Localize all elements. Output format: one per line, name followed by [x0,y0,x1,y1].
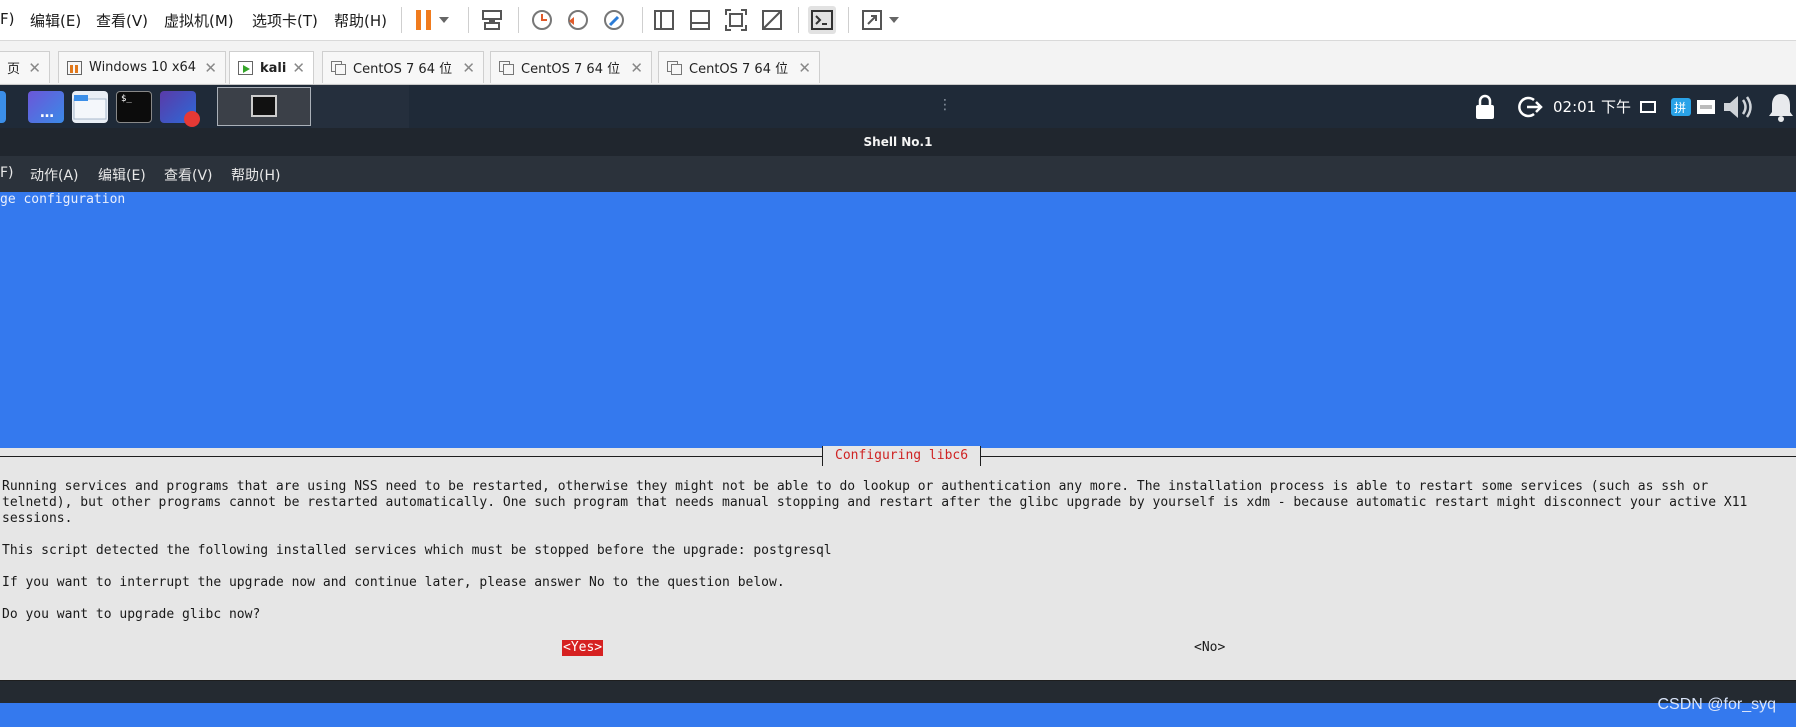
close-icon[interactable]: ✕ [292,59,305,77]
tab-label: Windows 10 x64 [89,60,197,75]
terminal-window-title: Shell No.1 [0,128,1796,156]
show-desktop-icon[interactable]: … [28,91,64,123]
unity-icon[interactable] [758,6,786,34]
pause-icon[interactable] [410,6,438,34]
menu-view[interactable]: 查看(V) [96,10,148,31]
lock-icon[interactable] [1474,85,1496,128]
menu-file[interactable]: F) [0,10,14,28]
taskbar-window-terminal[interactable] [217,87,311,126]
tab-kali[interactable]: kali ✕ [229,51,314,84]
toolbar-separator [848,7,849,33]
tab-windows10[interactable]: Windows 10 x64 ✕ [58,51,226,83]
close-icon[interactable]: ✕ [28,59,41,77]
watermark: CSDN @for_syq [1657,696,1777,713]
logout-icon[interactable] [1517,85,1543,128]
terminal-menubar: F) 动作(A) 编辑(E) 查看(V) 帮助(H) [0,156,1796,192]
yes-button[interactable]: <Yes> [562,640,604,656]
dialog-text-line: Running services and programs that are u… [2,479,1709,494]
file-manager-icon[interactable] [72,91,108,123]
dialog-text-line: sessions. [2,511,73,526]
dialog-title: Configuring libc6 [822,446,982,466]
dialog-text-line: telnetd), but other programs cannot be r… [2,495,1748,510]
tab-label: kali [260,60,287,76]
vm-icon [331,60,346,75]
console-view-icon[interactable] [808,6,836,34]
tab-label: CentOS 7 64 位 [521,62,621,77]
toolbar-separator [518,7,519,33]
dialog-services-text: This script detected the following insta… [2,543,832,558]
revert-snapshot-icon[interactable] [564,6,592,34]
close-icon[interactable]: ✕ [798,59,811,77]
toolbar-separator [401,7,402,33]
taskbar-spacer [311,85,409,128]
tab-label: CentOS 7 64 位 [353,62,453,77]
notification-bell-icon[interactable] [1766,85,1796,128]
chevron-down-icon[interactable] [436,6,452,34]
clock[interactable]: 02:01 下午 [1553,85,1631,128]
dialog-backdrop [0,192,1796,448]
terminal-menu-actions[interactable]: 动作(A) [30,165,79,185]
input-method-icon[interactable]: 拼 [1670,85,1692,128]
tab-home[interactable]: 页 ✕ [0,51,50,83]
terminal-menu-file[interactable]: F) [0,165,14,181]
dialog-backdrop-bottom [0,703,1796,727]
terminal-menu-edit[interactable]: 编辑(E) [98,165,146,185]
terminal-menu-view[interactable]: 查看(V) [164,165,213,185]
no-button[interactable]: <No> [1194,640,1225,656]
dialog-shadow [0,681,1796,703]
snapshot-manager-icon[interactable] [600,6,628,34]
vm-icon [67,60,82,75]
tab-centos-1[interactable]: CentOS 7 64 位 ✕ [322,51,484,83]
kali-taskbar: … $_ ⋮ 02:01 下午 拼 [0,85,1796,128]
tab-centos-2[interactable]: CentOS 7 64 位 ✕ [490,51,652,83]
vm-icon [667,60,682,75]
keyboard-icon[interactable] [1696,85,1716,128]
menu-help[interactable]: 帮助(H) [334,10,387,31]
close-icon[interactable]: ✕ [630,59,643,77]
toolbar-separator [642,7,643,33]
vm-tab-bar: 页 ✕ Windows 10 x64 ✕ kali ✕ CentOS 7 64 … [0,41,1796,85]
tab-label: 页 [7,62,21,77]
menu-vm[interactable]: 虚拟机(M) [164,10,234,31]
close-icon[interactable]: ✕ [204,59,217,77]
toolbar-separator [798,7,799,33]
terminal-icon [251,95,277,117]
stretch-icon[interactable] [858,6,886,34]
backdrop-title: ge configuration [0,192,126,207]
svg-text:拼: 拼 [1674,101,1686,115]
snapshot-icon[interactable] [528,6,556,34]
kali-menu-icon[interactable] [0,91,6,123]
thumbnail-view-icon[interactable] [686,6,714,34]
sidebar-view-icon[interactable] [650,6,678,34]
terminal-menu-help[interactable]: 帮助(H) [231,165,280,185]
tab-label: CentOS 7 64 位 [689,62,789,77]
terminal-icon[interactable]: $_ [116,91,152,123]
vm-running-icon [238,61,253,75]
chevron-down-icon[interactable] [886,6,902,34]
menu-edit[interactable]: 编辑(E) [30,10,81,31]
display-icon[interactable] [1640,85,1656,128]
fullscreen-icon[interactable] [722,6,750,34]
dialog-question: Do you want to upgrade glibc now? [2,607,261,622]
tab-centos-3[interactable]: CentOS 7 64 位 ✕ [658,51,820,83]
vmware-menubar: F) 编辑(E) 查看(V) 虚拟机(M) 选项卡(T) 帮助(H) [0,0,1796,41]
panel-drag-handle[interactable]: ⋮ [938,97,952,113]
close-icon[interactable]: ✕ [462,59,475,77]
screen-recorder-icon[interactable] [160,91,200,127]
vm-icon [499,60,514,75]
volume-icon[interactable] [1722,85,1758,128]
toolbar-separator [468,7,469,33]
send-keys-icon[interactable] [478,6,506,34]
dialog-interrupt-text: If you want to interrupt the upgrade now… [2,575,785,590]
menu-tabs[interactable]: 选项卡(T) [252,10,318,31]
